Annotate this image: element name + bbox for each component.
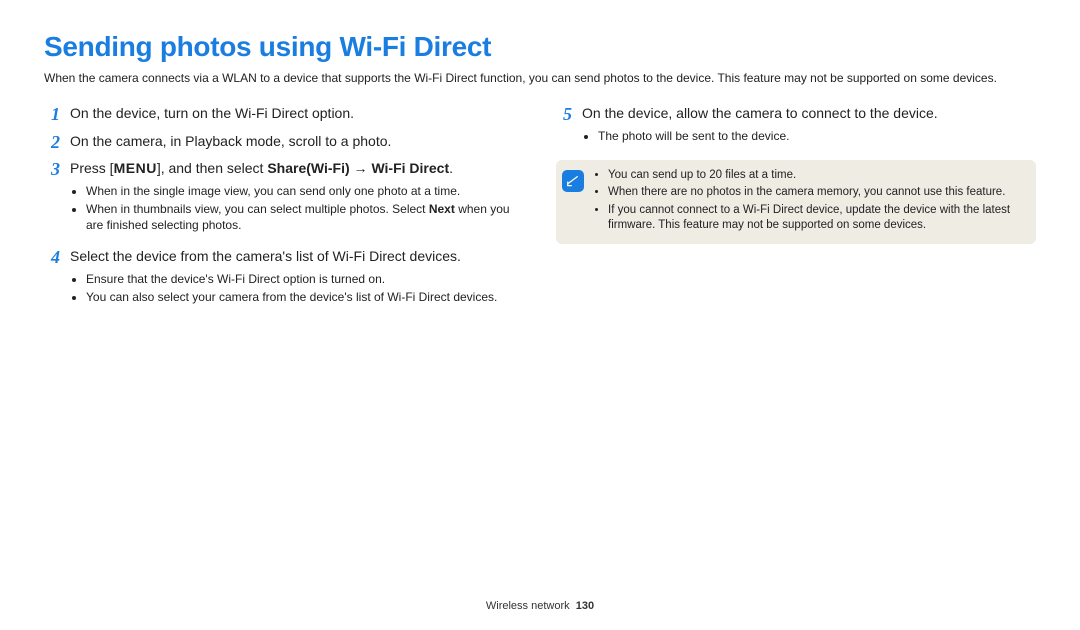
sub-bullet-list: The photo will be sent to the device.: [582, 128, 1036, 144]
intro-paragraph: When the camera connects via a WLAN to a…: [44, 70, 1036, 86]
step-text: On the device, allow the camera to conne…: [582, 104, 1036, 124]
sub-bullet-list: Ensure that the device's Wi-Fi Direct op…: [70, 271, 524, 305]
note-icon: [562, 170, 584, 192]
bold-label: Wi-Fi Direct: [371, 160, 449, 176]
sub-bullet: When in the single image view, you can s…: [86, 183, 524, 199]
info-bullet: You can send up to 20 files at a time.: [608, 168, 1026, 184]
step-text: On the device, turn on the Wi-Fi Direct …: [70, 104, 524, 124]
sub-bullet: You can also select your camera from the…: [86, 289, 524, 305]
step-number: 4: [44, 247, 60, 313]
step-4: 4 Select the device from the camera's li…: [44, 247, 524, 313]
step-text: On the camera, in Playback mode, scroll …: [70, 132, 524, 152]
step-number: 2: [44, 132, 60, 154]
step-5: 5 On the device, allow the camera to con…: [556, 104, 1036, 152]
step-2: 2 On the camera, in Playback mode, scrol…: [44, 132, 524, 154]
bold-label: Share(Wi-Fi): [267, 160, 349, 176]
step-1: 1 On the device, turn on the Wi-Fi Direc…: [44, 104, 524, 126]
menu-key-label: MENU: [114, 159, 157, 179]
footer-section-label: Wireless network: [486, 600, 570, 612]
step-3: 3 Press [MENU], and then select Share(Wi…: [44, 159, 524, 241]
step-text: Select the device from the camera's list…: [70, 247, 524, 267]
bold-label: Next: [429, 202, 455, 216]
info-bullet-list: You can send up to 20 files at a time. W…: [592, 168, 1026, 236]
page-title: Sending photos using Wi-Fi Direct: [44, 28, 1036, 66]
arrow-glyph: →: [350, 160, 372, 176]
sub-bullet: When in thumbnails view, you can select …: [86, 201, 524, 233]
text-fragment: When in thumbnails view, you can select …: [86, 202, 429, 216]
page-number: 130: [576, 600, 594, 612]
text-fragment: ], and then select: [157, 160, 268, 176]
left-column: 1 On the device, turn on the Wi-Fi Direc…: [44, 104, 524, 319]
step-number: 3: [44, 159, 60, 241]
step-number: 1: [44, 104, 60, 126]
info-bullet: When there are no photos in the camera m…: [608, 185, 1026, 201]
sub-bullet: Ensure that the device's Wi-Fi Direct op…: [86, 271, 524, 287]
sub-bullet: The photo will be sent to the device.: [598, 128, 1036, 144]
step-text: Press [MENU], and then select Share(Wi-F…: [70, 159, 524, 179]
info-callout-box: You can send up to 20 files at a time. W…: [556, 160, 1036, 244]
info-bullet: If you cannot connect to a Wi-Fi Direct …: [608, 203, 1026, 234]
step-number: 5: [556, 104, 572, 152]
page-footer: Wireless network 130: [0, 599, 1080, 614]
text-fragment: Press [: [70, 160, 114, 176]
right-column: 5 On the device, allow the camera to con…: [556, 104, 1036, 319]
text-fragment: .: [449, 160, 453, 176]
two-column-layout: 1 On the device, turn on the Wi-Fi Direc…: [44, 104, 1036, 319]
sub-bullet-list: When in the single image view, you can s…: [70, 183, 524, 234]
manual-page: Sending photos using Wi-Fi Direct When t…: [0, 0, 1080, 630]
